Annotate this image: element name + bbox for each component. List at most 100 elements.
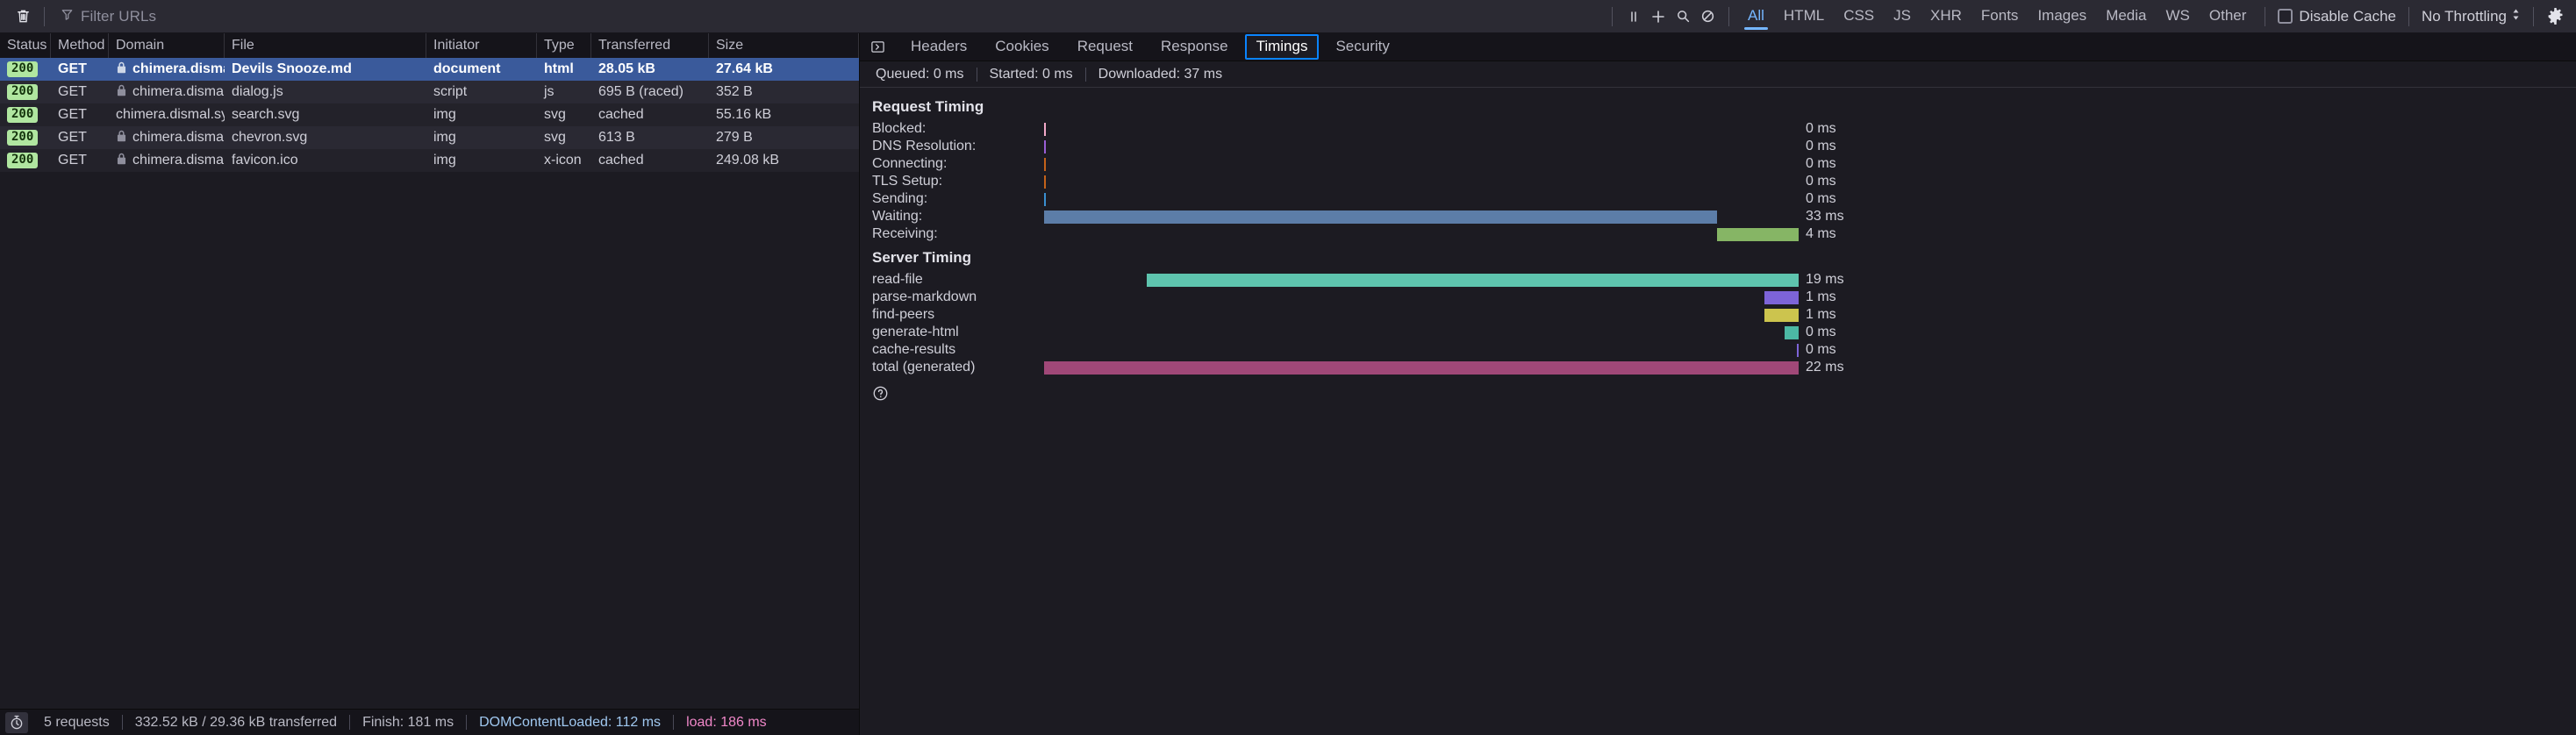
- cell-transferred: 695 B (raced): [598, 84, 683, 99]
- request-timing-label: DNS Resolution:: [872, 139, 977, 153]
- trash-icon[interactable]: [11, 5, 35, 28]
- request-timing-row: Sending: 0 ms: [860, 190, 2576, 208]
- type-filter-media[interactable]: Media: [2098, 4, 2154, 29]
- request-timing-value: 0 ms: [1806, 121, 1836, 136]
- server-timing-track: [1044, 325, 1799, 339]
- request-timing-value: 33 ms: [1806, 209, 1844, 224]
- summary-downloaded: Downloaded: 37 ms: [1098, 66, 1223, 82]
- type-filter-images[interactable]: Images: [2029, 4, 2094, 29]
- status-badge: 200: [7, 84, 39, 100]
- cell-file: search.svg: [232, 107, 300, 122]
- plus-icon[interactable]: [1646, 5, 1671, 28]
- request-timing-track: [1044, 157, 1799, 171]
- server-timing-label: read-file: [872, 272, 923, 287]
- disable-cache-toggle[interactable]: Disable Cache: [2274, 8, 2400, 25]
- tab-headers[interactable]: Headers: [899, 34, 978, 60]
- block-icon[interactable]: [1695, 5, 1720, 28]
- column-header-file[interactable]: File: [225, 33, 426, 58]
- request-timing-value: 0 ms: [1806, 156, 1836, 171]
- tab-timings[interactable]: Timings: [1244, 34, 1320, 60]
- type-filter-js[interactable]: JS: [1885, 4, 1919, 29]
- request-timing-bar: [1044, 122, 1046, 136]
- column-header-type[interactable]: Type: [537, 33, 591, 58]
- server-timing-bar: [1147, 273, 1799, 287]
- column-header-initiator[interactable]: Initiator: [426, 33, 537, 58]
- tab-response[interactable]: Response: [1149, 34, 1240, 60]
- cell-size: 27.64 kB: [716, 61, 773, 76]
- toolbar-divider-3: [1728, 6, 1729, 26]
- table-row[interactable]: 200 GET chimera.dismal.s... favicon.ico img…: [0, 149, 859, 172]
- panel-toggle-icon[interactable]: [865, 37, 890, 58]
- request-timing-label: Sending:: [872, 191, 928, 206]
- tab-cookies[interactable]: Cookies: [984, 34, 1060, 60]
- cell-file: favicon.ico: [232, 153, 298, 168]
- disable-cache-checkbox[interactable]: [2278, 9, 2293, 24]
- resource-type-filters: All HTML CSS JS XHR Fonts Images Media W…: [1738, 4, 2256, 30]
- status-badge: 200: [7, 107, 39, 123]
- cell-transferred: 613 B: [598, 130, 635, 145]
- server-timing-row: total (generated) 22 ms: [860, 359, 2576, 376]
- type-filter-xhr[interactable]: XHR: [1922, 4, 1970, 29]
- gear-icon[interactable]: [2543, 5, 2567, 28]
- toolbar-divider-5: [2408, 6, 2409, 26]
- table-row[interactable]: 200 GET chimera.dismal.syn... search.svg img…: [0, 103, 859, 126]
- request-timing-track: [1044, 175, 1799, 189]
- cell-initiator: document: [433, 61, 501, 76]
- cell-transferred: 28.05 kB: [598, 61, 655, 76]
- stopwatch-icon[interactable]: [5, 711, 28, 733]
- filter-urls-input[interactable]: Filter URLs: [54, 5, 163, 28]
- type-filter-all[interactable]: All: [1740, 4, 1772, 30]
- cell-size: 55.16 kB: [716, 107, 772, 122]
- type-filter-ws[interactable]: WS: [2158, 4, 2198, 29]
- main-split: Status Method Domain File Initiator Type…: [0, 33, 2576, 735]
- column-header-transferred[interactable]: Transferred: [591, 33, 709, 58]
- type-filter-other[interactable]: Other: [2201, 4, 2255, 29]
- column-header-status[interactable]: Status: [0, 33, 51, 58]
- tab-security[interactable]: Security: [1324, 34, 1400, 60]
- finish-time: Finish: 181 ms: [362, 714, 454, 730]
- request-timing-row: Blocked: 0 ms: [860, 120, 2576, 138]
- table-row[interactable]: 200 GET chimera.dismal.s... chevron.svg img…: [0, 126, 859, 149]
- summary-queued: Queued: 0 ms: [876, 66, 964, 82]
- cell-initiator: img: [433, 153, 456, 168]
- request-timing-track: [1044, 192, 1799, 206]
- timing-summary: Queued: 0 ms Started: 0 ms Downloaded: 3…: [860, 61, 2576, 88]
- request-timing-label: Connecting:: [872, 156, 948, 171]
- type-filter-css[interactable]: CSS: [1835, 4, 1882, 29]
- column-header-size[interactable]: Size: [709, 33, 859, 58]
- status-badge: 200: [7, 130, 39, 146]
- throttling-select[interactable]: No Throttling: [2418, 8, 2524, 25]
- request-timing-row: DNS Resolution: 0 ms: [860, 138, 2576, 155]
- table-row[interactable]: 200 GET chimera.dismal.s... dialog.js scrip…: [0, 81, 859, 103]
- request-timing-chart: Blocked: 0 ms DNS Resolution: 0 ms Connectin…: [860, 120, 2576, 243]
- column-header-domain[interactable]: Domain: [109, 33, 225, 58]
- summary-started: Started: 0 ms: [989, 66, 1073, 82]
- request-timing-bar: [1044, 192, 1046, 206]
- cell-method: GET: [58, 61, 87, 76]
- lock-icon: [116, 153, 127, 169]
- request-timing-label: TLS Setup:: [872, 174, 943, 189]
- cell-method: GET: [58, 84, 87, 99]
- request-timing-track: [1044, 210, 1799, 224]
- type-filter-fonts[interactable]: Fonts: [1973, 4, 2027, 29]
- status-badge: 200: [7, 153, 39, 168]
- request-details-panel: Headers Cookies Request Response Timings…: [860, 33, 2576, 735]
- server-timing-row: parse-markdown 1 ms: [860, 289, 2576, 306]
- server-timing-row: read-file 19 ms: [860, 271, 2576, 289]
- pause-icon[interactable]: [1621, 5, 1646, 28]
- server-timing-label: cache-results: [872, 342, 956, 357]
- domain-text: chimera.dismal.syn...: [116, 107, 225, 122]
- request-timing-value: 0 ms: [1806, 174, 1836, 189]
- type-filter-html[interactable]: HTML: [1776, 4, 1832, 29]
- table-row[interactable]: 200 GET chimera.dismal.s... Devils Snooze.…: [0, 58, 859, 81]
- help-circle-icon[interactable]: [872, 385, 2576, 406]
- search-icon[interactable]: [1671, 5, 1695, 28]
- tab-request[interactable]: Request: [1066, 34, 1144, 60]
- request-timing-row: Connecting: 0 ms: [860, 155, 2576, 173]
- cell-file: dialog.js: [232, 84, 283, 99]
- column-header-method[interactable]: Method: [51, 33, 109, 58]
- request-timing-row: Receiving: 4 ms: [860, 225, 2576, 243]
- server-timing-track: [1044, 273, 1799, 287]
- server-timing-chart: read-file 19 ms parse-markdown 1 ms find-pee…: [860, 271, 2576, 376]
- request-timing-bar: [1044, 210, 1718, 224]
